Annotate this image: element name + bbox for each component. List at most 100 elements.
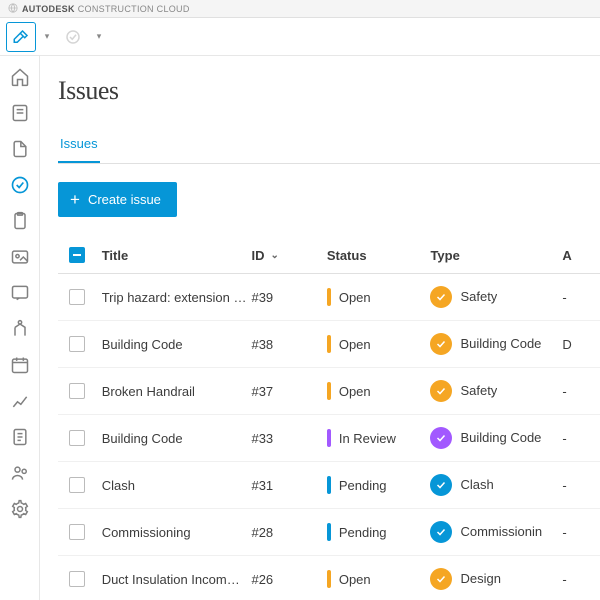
create-issue-label: Create issue — [88, 192, 161, 207]
nav-issues[interactable] — [5, 170, 35, 200]
table-row[interactable]: Duct Insulation Incom… #26 Open Design - — [58, 556, 600, 600]
status-indicator — [327, 570, 331, 588]
issue-id: #38 — [251, 337, 326, 352]
issue-title: Duct Insulation Incom… — [102, 572, 240, 587]
nav-settings[interactable] — [5, 494, 35, 524]
type-text: Safety — [460, 383, 497, 399]
issue-title: Commissioning — [102, 525, 191, 540]
issue-id: #33 — [251, 431, 326, 446]
brand-primary: AUTODESK — [22, 4, 75, 14]
issue-id: #28 — [251, 525, 326, 540]
row-checkbox[interactable] — [69, 336, 85, 352]
row-checkbox[interactable] — [69, 477, 85, 493]
status-text: Open — [339, 290, 371, 305]
issue-id: #31 — [251, 478, 326, 493]
nav-photos[interactable] — [5, 242, 35, 272]
issue-title: Clash — [102, 478, 135, 493]
status-indicator — [327, 288, 331, 306]
nav-submittals[interactable] — [5, 314, 35, 344]
issue-title: Broken Handrail — [102, 384, 195, 399]
type-badge-icon — [430, 286, 452, 308]
type-text: Safety — [460, 289, 497, 305]
type-text: Building Code — [460, 430, 541, 446]
tab-issues[interactable]: Issues — [58, 128, 100, 163]
status-indicator — [327, 476, 331, 494]
assigned-cell: - — [562, 384, 600, 399]
row-checkbox[interactable] — [69, 524, 85, 540]
status-indicator — [327, 382, 331, 400]
hammer-tool-button[interactable] — [6, 22, 36, 52]
hammer-tool-dropdown[interactable]: ▾ — [40, 22, 54, 52]
table-header: Title ID⌄ Status Type A — [58, 237, 600, 274]
table-row[interactable]: Building Code #38 Open Building Code D — [58, 321, 600, 368]
issue-title: Building Code — [102, 431, 183, 446]
toolbar: ▾ ▾ — [0, 18, 600, 56]
status-text: Open — [339, 337, 371, 352]
nav-home[interactable] — [5, 62, 35, 92]
table-row[interactable]: Clash #31 Pending Clash - — [58, 462, 600, 509]
status-cell: Pending — [327, 476, 431, 494]
main-content: Issues Issues + Create issue Title ID⌄ S… — [40, 56, 600, 600]
status-cell: Pending — [327, 523, 431, 541]
nav-files[interactable] — [5, 134, 35, 164]
select-all-checkbox[interactable] — [69, 247, 85, 263]
col-assigned[interactable]: A — [562, 248, 600, 263]
type-text: Clash — [460, 477, 493, 493]
nav-reports[interactable] — [5, 386, 35, 416]
status-indicator — [327, 335, 331, 353]
sidebar — [0, 56, 40, 600]
plus-icon: + — [70, 191, 80, 208]
col-id[interactable]: ID⌄ — [251, 248, 326, 263]
status-text: Open — [339, 572, 371, 587]
issue-id: #37 — [251, 384, 326, 399]
globe-icon — [8, 3, 18, 15]
app-brand-bar: AUTODESK CONSTRUCTION CLOUD — [0, 0, 600, 18]
table-body: Trip hazard: extension … #39 Open Safety… — [58, 274, 600, 600]
nav-members[interactable] — [5, 458, 35, 488]
page-title: Issues — [58, 76, 600, 106]
status-indicator — [327, 523, 331, 541]
type-badge-icon — [430, 427, 452, 449]
issue-id: #39 — [251, 290, 326, 305]
assigned-cell: - — [562, 525, 600, 540]
assigned-cell: - — [562, 431, 600, 446]
issue-title: Building Code — [102, 337, 183, 352]
row-checkbox[interactable] — [69, 383, 85, 399]
row-checkbox[interactable] — [69, 430, 85, 446]
assigned-cell: - — [562, 478, 600, 493]
status-cell: Open — [327, 382, 431, 400]
nav-assets[interactable] — [5, 422, 35, 452]
nav-schedule[interactable] — [5, 350, 35, 380]
nav-forms[interactable] — [5, 206, 35, 236]
issue-id: #26 — [251, 572, 326, 587]
type-text: Commissionin — [460, 524, 542, 540]
status-cell: Open — [327, 288, 431, 306]
type-badge-icon — [430, 474, 452, 496]
type-text: Building Code — [460, 336, 541, 352]
type-text: Design — [460, 571, 500, 587]
status-text: Pending — [339, 478, 387, 493]
status-cell: Open — [327, 335, 431, 353]
col-status[interactable]: Status — [327, 248, 431, 263]
status-text: In Review — [339, 431, 396, 446]
type-badge-icon — [430, 521, 452, 543]
col-type[interactable]: Type — [430, 248, 562, 263]
status-cell: In Review — [327, 429, 431, 447]
brand-secondary: CONSTRUCTION CLOUD — [78, 4, 190, 14]
table-row[interactable]: Building Code #33 In Review Building Cod… — [58, 415, 600, 462]
create-issue-button[interactable]: + Create issue — [58, 182, 177, 217]
secondary-tool-button[interactable] — [58, 22, 88, 52]
nav-sheets[interactable] — [5, 98, 35, 128]
issue-title: Trip hazard: extension … — [102, 290, 247, 305]
nav-rfis[interactable] — [5, 278, 35, 308]
table-row[interactable]: Broken Handrail #37 Open Safety - — [58, 368, 600, 415]
row-checkbox[interactable] — [69, 571, 85, 587]
table-row[interactable]: Trip hazard: extension … #39 Open Safety… — [58, 274, 600, 321]
col-title[interactable]: Title — [96, 248, 252, 263]
secondary-tool-dropdown[interactable]: ▾ — [92, 22, 106, 52]
table-row[interactable]: Commissioning #28 Pending Commissionin - — [58, 509, 600, 556]
type-badge-icon — [430, 380, 452, 402]
type-badge-icon — [430, 333, 452, 355]
assigned-cell: D — [562, 337, 600, 352]
row-checkbox[interactable] — [69, 289, 85, 305]
